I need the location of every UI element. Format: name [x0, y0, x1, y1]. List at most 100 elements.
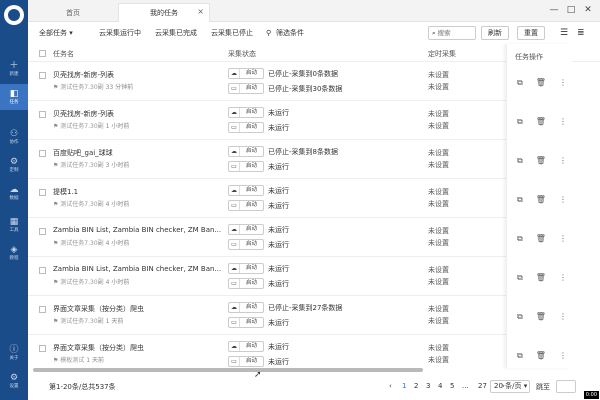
page-4[interactable]: 4 [438, 382, 442, 390]
more-icon[interactable]: ⋮ [559, 312, 567, 322]
cloud-schedule[interactable]: 未设置 [428, 109, 449, 119]
table-row[interactable]: Zambia BIN List, Zambia BIN checker, ZM … [28, 257, 534, 296]
table-row[interactable]: 提模1.1 ⚑ 测试任务7.30副 4 小时前 ☁ 启动 ▭ 启动 未运行 未运行 未设置 未设置… [28, 179, 534, 218]
local-schedule[interactable]: 未设置 [428, 199, 449, 209]
delete-icon[interactable]: 🗑 [536, 156, 546, 166]
local-start-button[interactable]: ▭ 启动 [228, 356, 264, 367]
page-size-select[interactable]: 20 条/页 ▾ [490, 380, 530, 393]
list-view-icon[interactable]: ☰ [560, 27, 568, 39]
row-checkbox[interactable] [39, 267, 46, 274]
filter-cloud-done[interactable]: 云采集已完成 [155, 27, 197, 39]
row-checkbox[interactable] [39, 306, 46, 313]
row-checkbox[interactable] [39, 189, 46, 196]
more-icon[interactable]: ⋮ [559, 234, 567, 244]
cloud-start-button[interactable]: ☁ 启动 [228, 224, 264, 235]
table-row[interactable]: 界面文章采集（按分类）爬虫 ⚑ 模板测试 1 天前 ☁ 启动 ▭ 启动 未运行 未运行 未设置未… [28, 335, 534, 368]
copy-icon[interactable]: ⧉ [517, 351, 523, 361]
local-start-button[interactable]: ▭ 启动 [228, 278, 264, 289]
local-schedule[interactable]: 未设置 [428, 277, 449, 287]
minimize-button[interactable]: — [547, 3, 561, 17]
task-name[interactable]: 提模1.1 [53, 187, 225, 197]
search-input[interactable] [437, 29, 474, 37]
filter-cloud-running[interactable]: 云采集运行中 [99, 27, 141, 39]
copy-icon[interactable]: ⧉ [517, 117, 523, 127]
reset-button[interactable]: 重置 [517, 26, 545, 40]
copy-icon[interactable]: ⧉ [517, 273, 523, 283]
header-task-name[interactable]: 任务名 [53, 49, 74, 59]
sidebar-item-settings[interactable]: ⚙ 设置 [0, 368, 28, 394]
sidebar-item-tools[interactable]: ▦ 工具 [0, 212, 28, 238]
sidebar-item-data[interactable]: ☁ 数据 [0, 180, 28, 206]
task-name[interactable]: 百度贴吧_gai_球球 [53, 148, 225, 158]
local-schedule[interactable]: 未设置 [428, 355, 449, 365]
table-row[interactable]: 百度贴吧_gai_球球 ⚑ 测试任务7.30副 3 小时前 ☁ 启动 ▭ 启动 已停止-采集… [28, 140, 534, 179]
sidebar-item-about[interactable]: ⓘ 关于 [0, 340, 28, 366]
sidebar-item-custom[interactable]: ⚙ 定制 [0, 152, 28, 178]
local-schedule[interactable]: 未设置 [428, 121, 449, 131]
page-3[interactable]: 3 [426, 382, 430, 390]
delete-icon[interactable]: 🗑 [536, 273, 546, 283]
copy-icon[interactable]: ⧉ [517, 234, 523, 244]
copy-icon[interactable]: ⧉ [517, 195, 523, 205]
page-last[interactable]: 27 [478, 382, 487, 390]
header-schedule[interactable]: 定时采集 [428, 49, 456, 59]
copy-icon[interactable]: ⧉ [517, 156, 523, 166]
sidebar-item-collab[interactable]: ⚇ 协作 [0, 124, 28, 150]
delete-icon[interactable]: 🗑 [536, 195, 546, 205]
cloud-schedule[interactable]: 未设置 [428, 304, 449, 314]
copy-icon[interactable]: ⧉ [517, 312, 523, 322]
tab-home[interactable]: 首页 [28, 3, 118, 22]
cloud-schedule[interactable]: 未设置 [428, 70, 449, 80]
window-close-button[interactable]: ✕ [581, 3, 595, 17]
task-name[interactable]: Zambia BIN List, Zambia BIN checker, ZM … [53, 226, 225, 234]
delete-icon[interactable]: 🗑 [536, 117, 546, 127]
copy-icon[interactable]: ⧉ [517, 78, 523, 88]
search-box[interactable]: ⌕ [428, 26, 476, 40]
more-icon[interactable]: ⋮ [559, 78, 567, 88]
local-start-button[interactable]: ▭ 启动 [228, 317, 264, 328]
cloud-start-button[interactable]: ☁ 启动 [228, 302, 264, 313]
task-name[interactable]: 贝壳找房-新房-列表 [53, 70, 225, 80]
all-tasks-dropdown[interactable]: 全部任务 ▾ [39, 27, 73, 39]
more-icon[interactable]: ⋮ [559, 117, 567, 127]
local-schedule[interactable]: 未设置 [428, 238, 449, 248]
page-1[interactable]: 1 [402, 382, 406, 390]
maximize-button[interactable]: □ [564, 3, 578, 17]
horizontal-scrollbar[interactable] [28, 368, 600, 372]
table-row[interactable]: 贝壳找房-新房-列表 ⚑ 测试任务7.30副 1 小时前 ☁ 启动 ▭ 启动 未运行 未运行未… [28, 101, 534, 140]
row-checkbox[interactable] [39, 150, 46, 157]
local-schedule[interactable]: 未设置 [428, 82, 449, 92]
page-5[interactable]: 5 [450, 382, 454, 390]
row-checkbox[interactable] [39, 72, 46, 79]
filter-conditions[interactable]: 筛选条件 [276, 27, 304, 39]
local-schedule[interactable]: 未设置 [428, 160, 449, 170]
more-icon[interactable]: ⋮ [559, 273, 567, 283]
table-row[interactable]: 贝壳找房-新房-列表 ⚑ 测试任务7.30副 33 分钟前 ☁ 启动 ▭ 启动 已停止-采集… [28, 62, 534, 101]
local-start-button[interactable]: ▭ 启动 [228, 161, 264, 172]
select-all-checkbox[interactable] [39, 50, 46, 57]
task-name[interactable]: 界面文章采集（按分类）爬虫 [53, 343, 225, 353]
filter-icon[interactable]: ⚲ [266, 27, 271, 39]
cloud-schedule[interactable]: 未设置 [428, 265, 449, 275]
local-schedule[interactable]: 未设置 [428, 316, 449, 326]
cloud-start-button[interactable]: ☁ 启动 [228, 263, 264, 274]
task-name[interactable]: 界面文章采集（按分类）爬虫 [53, 304, 225, 314]
sidebar-item-tasks[interactable]: ◧ 任务 [0, 84, 28, 110]
column-settings-icon[interactable]: ≣ [577, 27, 585, 39]
cloud-start-button[interactable]: ☁ 启动 [228, 68, 264, 79]
task-name[interactable]: 贝壳找房-新房-列表 [53, 109, 225, 119]
header-status[interactable]: 采集状态 [228, 49, 256, 59]
task-name[interactable]: Zambia BIN List, Zambia BIN checker, ZM … [53, 265, 225, 273]
cloud-schedule[interactable]: 未设置 [428, 187, 449, 197]
row-checkbox[interactable] [39, 228, 46, 235]
tab-my-tasks[interactable]: 我的任务 × [118, 3, 210, 22]
sidebar-item-new[interactable]: ＋ 新建 [0, 56, 28, 82]
delete-icon[interactable]: 🗑 [536, 312, 546, 322]
row-checkbox[interactable] [39, 111, 46, 118]
cloud-schedule[interactable]: 未设置 [428, 148, 449, 158]
row-checkbox[interactable] [39, 345, 46, 352]
local-start-button[interactable]: ▭ 启动 [228, 122, 264, 133]
jump-input[interactable] [556, 380, 576, 393]
page-ellipsis[interactable]: ... [462, 382, 469, 390]
table-row[interactable]: Zambia BIN List, Zambia BIN checker, ZM … [28, 218, 534, 257]
